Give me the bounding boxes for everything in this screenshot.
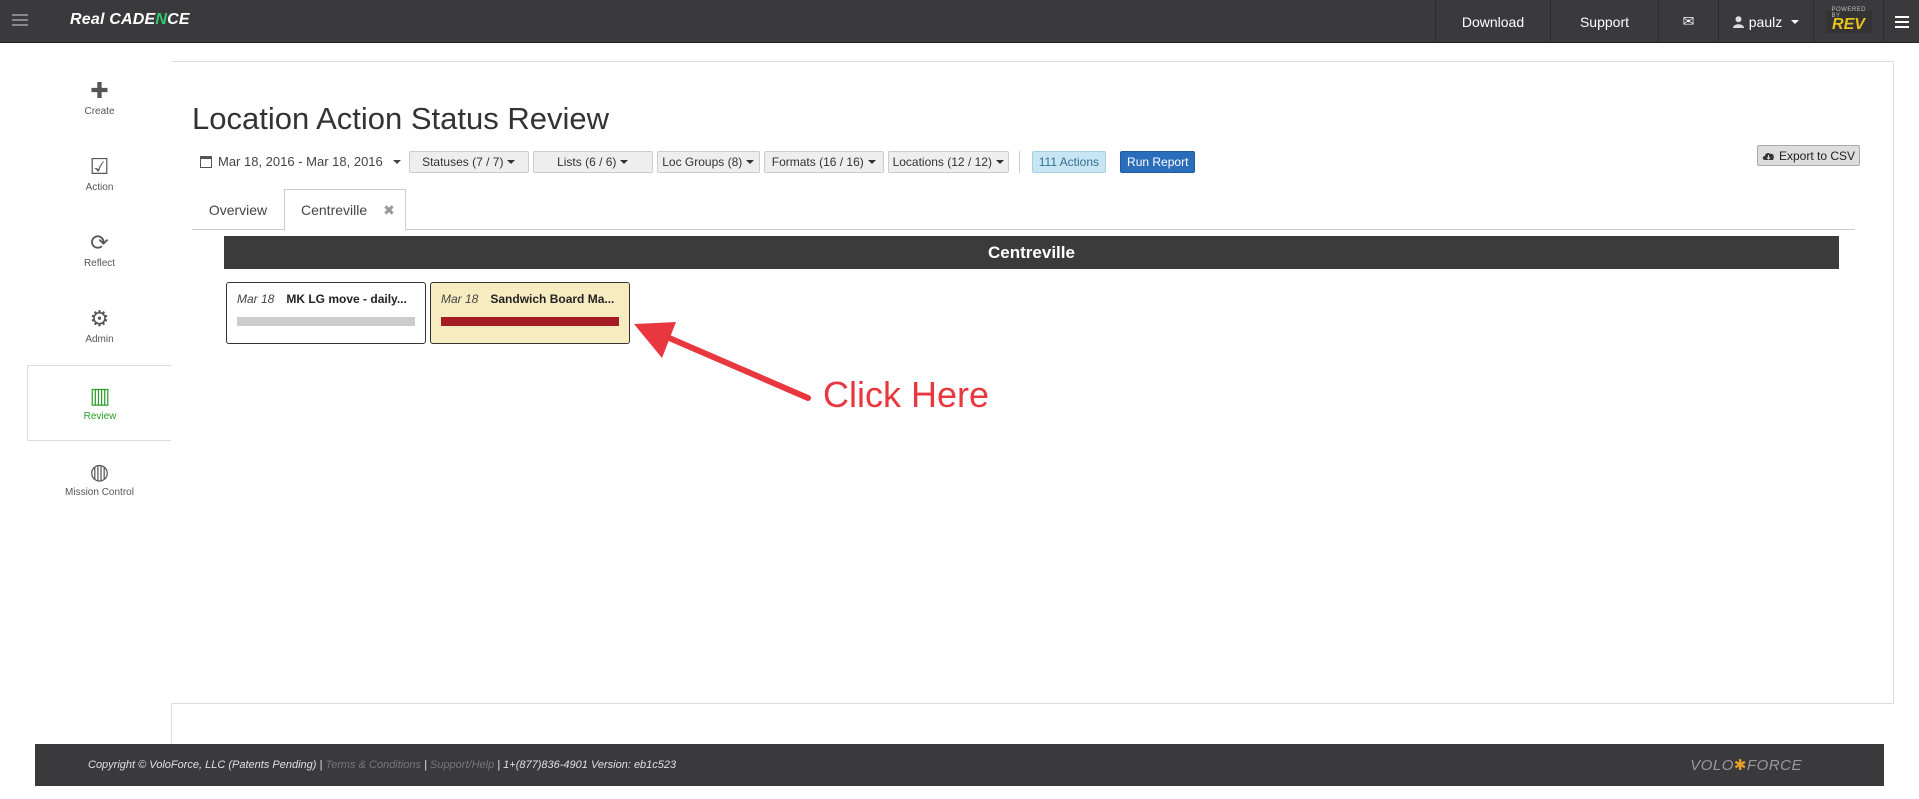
chevron-down-icon <box>1791 19 1800 24</box>
support-help-link[interactable]: Support/Help <box>430 759 494 771</box>
chevron-down-icon <box>867 159 876 164</box>
cloud-download-icon <box>1762 152 1774 160</box>
brand-accent: N <box>155 11 168 28</box>
gears-icon: ⚙ <box>89 306 110 331</box>
tab-overview[interactable]: Overview <box>192 189 284 230</box>
rev-badge: POWERED BY REV <box>1825 7 1872 33</box>
sidebar-item-label: Create <box>84 106 115 117</box>
sidebar-item-reflect[interactable]: ⟳ Reflect <box>27 212 172 288</box>
user-icon <box>1732 15 1744 28</box>
export-csv-label: Export to CSV <box>1778 148 1856 163</box>
action-card-highlighted[interactable]: Mar 18 Sandwich Board Ma... <box>430 282 630 344</box>
filter-toolbar: Mar 18, 2016 - Mar 18, 2016 Statuses (7 … <box>200 150 1196 173</box>
chevron-down-icon <box>746 159 755 164</box>
location-header: Centreville <box>224 236 1839 269</box>
plus-icon: ✚ <box>90 78 109 103</box>
left-menu-icon[interactable] <box>12 11 28 31</box>
support-link[interactable]: Support <box>1550 0 1658 43</box>
statuses-label: Statuses (7 / 7) <box>422 154 504 169</box>
mail-icon[interactable]: ✉ <box>1658 0 1718 43</box>
brand-prefix: Real CADE <box>70 11 156 28</box>
report-tabs: Overview Centreville ✖ <box>192 189 1855 231</box>
sidebar-item-review[interactable]: ▥ Review <box>27 365 172 441</box>
logo-left-text: VOLO <box>1690 757 1734 774</box>
locations-label: Locations (12 / 12) <box>892 154 992 169</box>
footer-separator: | <box>424 759 427 771</box>
footer-info: | 1+(877)836-4901 Version: eb1c523 <box>497 759 677 771</box>
annotation-click-here: Click Here <box>823 374 990 415</box>
user-name: paulz <box>1748 13 1783 30</box>
terms-link[interactable]: Terms & Conditions <box>325 759 421 771</box>
statuses-filter[interactable]: Statuses (7 / 7) <box>408 150 529 173</box>
lists-filter[interactable]: Lists (6 / 6) <box>532 150 653 173</box>
chevron-down-icon <box>507 159 516 164</box>
voloforce-logo: VOLO✱FORCE <box>1690 756 1802 774</box>
top-navbar: Real CADENCE Download Support ✉ paulz PO… <box>0 0 1919 43</box>
sidebar-item-mission-control[interactable]: ◍ Mission Control <box>27 441 172 517</box>
bar-chart-icon: ▥ <box>89 383 111 408</box>
nav-right: Download Support ✉ paulz POWERED BY REV <box>1435 0 1919 43</box>
right-menu-button[interactable] <box>1883 0 1919 43</box>
card-name: Sandwich Board Ma... <box>490 292 615 306</box>
close-icon[interactable]: ✖ <box>383 202 395 219</box>
brand-logo[interactable]: Real CADENCE <box>70 11 190 29</box>
sidebar-item-label: Reflect <box>83 258 116 269</box>
card-status-bar <box>237 317 415 326</box>
date-range-picker[interactable]: Mar 18, 2016 - Mar 18, 2016 <box>200 154 401 169</box>
sidebar-item-label: Action <box>85 182 114 193</box>
locations-filter[interactable]: Locations (12 / 12) <box>887 150 1009 173</box>
calendar-icon <box>200 155 212 168</box>
sidebar-item-admin[interactable]: ⚙ Admin <box>27 288 172 364</box>
user-menu[interactable]: paulz <box>1718 0 1813 43</box>
card-date: Mar 18 <box>441 292 479 306</box>
checkbox-icon: ☑ <box>89 154 110 179</box>
chevron-down-icon <box>620 159 629 164</box>
rev-logo-text: REV <box>1832 15 1865 33</box>
footer-text: Copyright © VoloForce, LLC (Patents Pend… <box>88 759 676 771</box>
loc-groups-filter[interactable]: Loc Groups (8) <box>656 150 760 173</box>
chevron-down-icon <box>995 159 1004 164</box>
copyright-text: Copyright © VoloForce, LLC (Patents Pend… <box>88 759 323 771</box>
refresh-icon: ⟳ <box>90 230 109 255</box>
card-date: Mar 18 <box>237 292 275 306</box>
globe-icon: ◍ <box>89 459 110 484</box>
tab-centreville-label: Centreville <box>301 202 368 218</box>
export-csv-button[interactable]: Export to CSV <box>1757 145 1860 166</box>
card-name: MK LG move - daily... <box>286 292 407 306</box>
hamburger-icon <box>1894 13 1909 31</box>
lists-label: Lists (6 / 6) <box>557 154 617 169</box>
annotation-arrow-icon <box>634 322 811 401</box>
footer: Copyright © VoloForce, LLC (Patents Pend… <box>35 744 1884 786</box>
rev-powered-by: POWERED BY <box>1831 6 1867 19</box>
download-link[interactable]: Download <box>1435 0 1550 43</box>
toolbar-divider <box>1018 150 1020 173</box>
card-line: Mar 18 MK LG move - daily... <box>237 292 415 306</box>
card-line: Mar 18 Sandwich Board Ma... <box>441 292 619 306</box>
card-status-bar <box>441 317 619 326</box>
date-range-text: Mar 18, 2016 - Mar 18, 2016 <box>218 154 383 169</box>
logo-right-text: FORCE <box>1747 757 1802 774</box>
formats-label: Formats (16 / 16) <box>771 154 864 169</box>
sidebar-item-label: Mission Control <box>65 487 134 498</box>
sidebar-item-action[interactable]: ☑ Action <box>27 136 172 212</box>
action-card[interactable]: Mar 18 MK LG move - daily... <box>226 282 426 344</box>
page-title: Location Action Status Review <box>192 101 610 136</box>
rev-logo[interactable]: POWERED BY REV <box>1813 0 1883 43</box>
sidebar-item-label: Admin <box>85 334 114 345</box>
formats-filter[interactable]: Formats (16 / 16) <box>763 150 884 173</box>
sidebar-item-create[interactable]: ✚ Create <box>27 60 172 136</box>
chevron-down-icon <box>392 159 401 164</box>
sidebar: ✚ Create ☑ Action ⟳ Reflect ⚙ Admin ▥ Re… <box>0 43 172 743</box>
brand-suffix: CE <box>167 11 190 28</box>
tab-centreville[interactable]: Centreville ✖ <box>284 189 406 231</box>
pinwheel-icon: ✱ <box>1733 757 1747 774</box>
sidebar-item-label: Review <box>83 411 117 422</box>
loc-groups-label: Loc Groups (8) <box>662 154 743 169</box>
actions-count-badge[interactable]: 111 Actions <box>1031 150 1107 173</box>
run-report-button[interactable]: Run Report <box>1120 150 1196 173</box>
